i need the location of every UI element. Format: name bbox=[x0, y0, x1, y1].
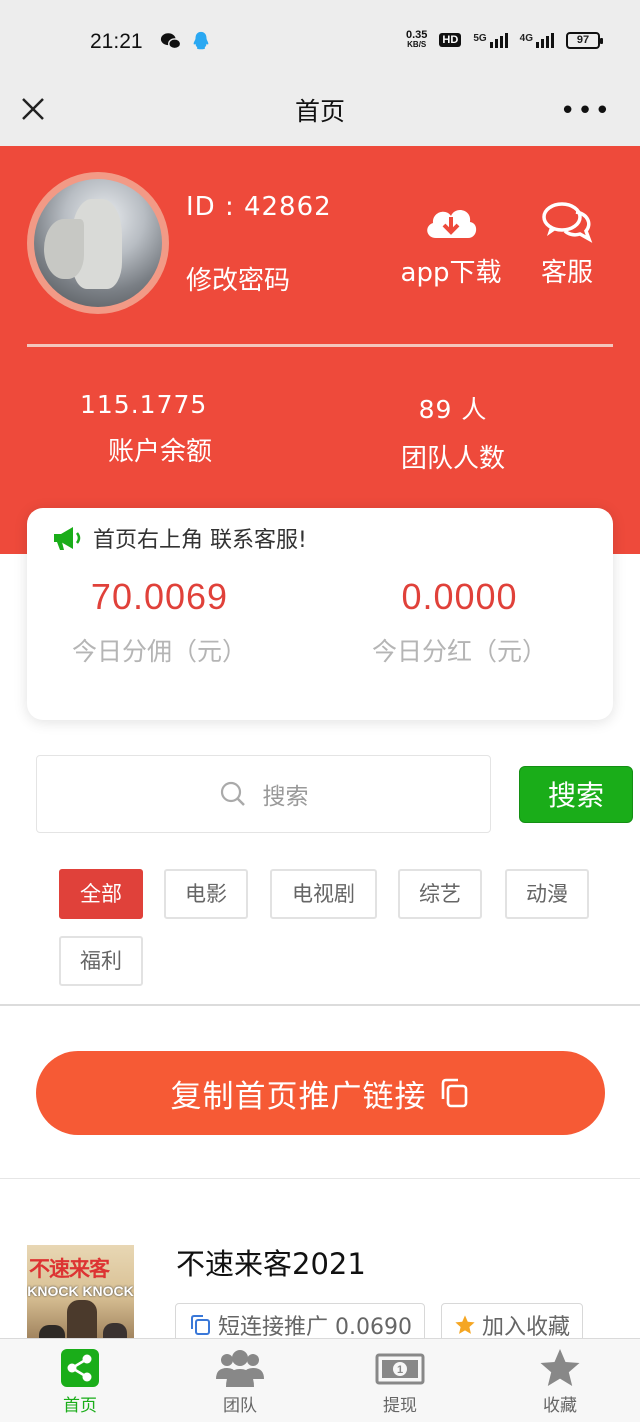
earnings-card: 首页右上角 联系客服! 70.0069 今日分佣（元） 0.0000 今日分红（… bbox=[27, 508, 613, 720]
megaphone-icon bbox=[54, 527, 81, 550]
wechat-icon bbox=[160, 33, 182, 50]
category-all[interactable]: 全部 bbox=[59, 869, 143, 919]
more-menu-icon[interactable]: ••• bbox=[560, 96, 612, 126]
commission-kpi: 70.0069 今日分佣（元） bbox=[57, 576, 262, 668]
header-divider bbox=[27, 344, 613, 347]
qq-icon bbox=[193, 31, 209, 50]
app-download-button[interactable]: app下载 bbox=[398, 200, 504, 289]
balance-value: 115.1775 bbox=[80, 390, 208, 419]
cloud-download-icon bbox=[427, 210, 477, 238]
copy-icon bbox=[441, 1078, 467, 1108]
team-stat: 89 人 团队人数 bbox=[378, 390, 528, 475]
cash-icon: 1 bbox=[375, 1353, 425, 1385]
category-variety[interactable]: 综艺 bbox=[398, 869, 482, 919]
notice-bar: 首页右上角 联系客服! bbox=[51, 522, 307, 554]
promo-label: 复制首页推广链接 bbox=[170, 1078, 427, 1115]
category-movie[interactable]: 电影 bbox=[164, 869, 248, 919]
net-speed: 0.35 KB/S bbox=[406, 29, 428, 50]
change-password-link[interactable]: 修改密码 bbox=[186, 260, 290, 297]
battery-icon: 97 bbox=[566, 31, 603, 49]
tab-withdraw-label: 提现 bbox=[383, 1396, 417, 1416]
nav-bar: 首页 ••• bbox=[0, 76, 640, 146]
copy-icon bbox=[191, 1315, 210, 1335]
svg-text:1: 1 bbox=[397, 1364, 403, 1376]
poster-subtitle: KNOCK KNOCK bbox=[27, 1283, 134, 1299]
category-tv[interactable]: 电视剧 bbox=[270, 869, 377, 919]
poster-title: 不速来客 bbox=[29, 1258, 110, 1281]
copy-promo-link-button[interactable]: 复制首页推广链接 bbox=[36, 1051, 605, 1135]
customer-service-label: 客服 bbox=[540, 258, 593, 288]
notice-text: 首页右上角 联系客服! bbox=[93, 528, 307, 553]
commission-label: 今日分佣（元） bbox=[71, 637, 247, 666]
customer-service-button[interactable]: 客服 bbox=[534, 200, 600, 289]
search-placeholder: 搜索 bbox=[262, 784, 309, 810]
search-button[interactable]: 搜索 bbox=[519, 766, 633, 823]
section-divider bbox=[0, 1178, 640, 1179]
status-bar: 21:21 0.35 KB/S HD 5G 4G 97 bbox=[0, 0, 640, 76]
tab-withdraw[interactable]: 1 提现 bbox=[320, 1339, 480, 1422]
avatar bbox=[27, 172, 169, 314]
user-id: ID : 42862 bbox=[186, 192, 332, 222]
balance-label: 账户余额 bbox=[107, 437, 212, 467]
tab-team-label: 团队 bbox=[223, 1396, 257, 1416]
status-indicators: 0.35 KB/S HD 5G 4G 97 bbox=[406, 29, 603, 50]
star-icon bbox=[455, 1315, 475, 1334]
dividend-label: 今日分红（元） bbox=[371, 637, 547, 666]
tab-favorites-label: 收藏 bbox=[543, 1396, 577, 1416]
tab-home[interactable]: 首页 bbox=[0, 1339, 160, 1422]
dividend-kpi: 0.0000 今日分红（元） bbox=[357, 576, 562, 668]
share-icon bbox=[61, 1349, 99, 1387]
team-label: 团队人数 bbox=[400, 444, 505, 474]
tab-favorites[interactable]: 收藏 bbox=[480, 1339, 640, 1422]
chat-bubbles-icon bbox=[542, 202, 593, 243]
favorite-label: 加入收藏 bbox=[482, 1315, 571, 1340]
tab-bar: 首页 团队 1 提现 收藏 bbox=[0, 1338, 640, 1422]
app-download-label: app下载 bbox=[400, 258, 502, 288]
section-divider bbox=[0, 1004, 640, 1006]
dividend-value: 0.0000 bbox=[401, 576, 518, 617]
status-time: 21:21 bbox=[90, 30, 143, 53]
signal-5g-icon: 5G bbox=[473, 32, 508, 48]
short-link-label: 短连接推广 0.0690 bbox=[218, 1315, 412, 1340]
commission-value: 70.0069 bbox=[90, 576, 229, 617]
tab-team[interactable]: 团队 bbox=[160, 1339, 320, 1422]
category-welfare[interactable]: 福利 bbox=[59, 936, 143, 986]
balance-stat: 115.1775 账户余额 bbox=[70, 390, 250, 468]
category-anime[interactable]: 动漫 bbox=[505, 869, 589, 919]
team-value: 89 人 bbox=[418, 395, 488, 424]
profile-header: ID : 42862 修改密码 app下载 客服 115.1775 账户余额 8… bbox=[0, 146, 640, 554]
star-icon bbox=[540, 1349, 580, 1386]
page-title: 首页 bbox=[294, 97, 345, 126]
team-icon bbox=[216, 1350, 264, 1387]
search-icon bbox=[220, 781, 245, 806]
search-input[interactable]: 搜索 bbox=[36, 755, 491, 833]
hd-badge: HD bbox=[439, 33, 462, 47]
signal-4g-icon: 4G bbox=[520, 32, 554, 48]
tab-home-label: 首页 bbox=[63, 1396, 97, 1416]
movie-title[interactable]: 不速来客2021 bbox=[176, 1241, 366, 1283]
